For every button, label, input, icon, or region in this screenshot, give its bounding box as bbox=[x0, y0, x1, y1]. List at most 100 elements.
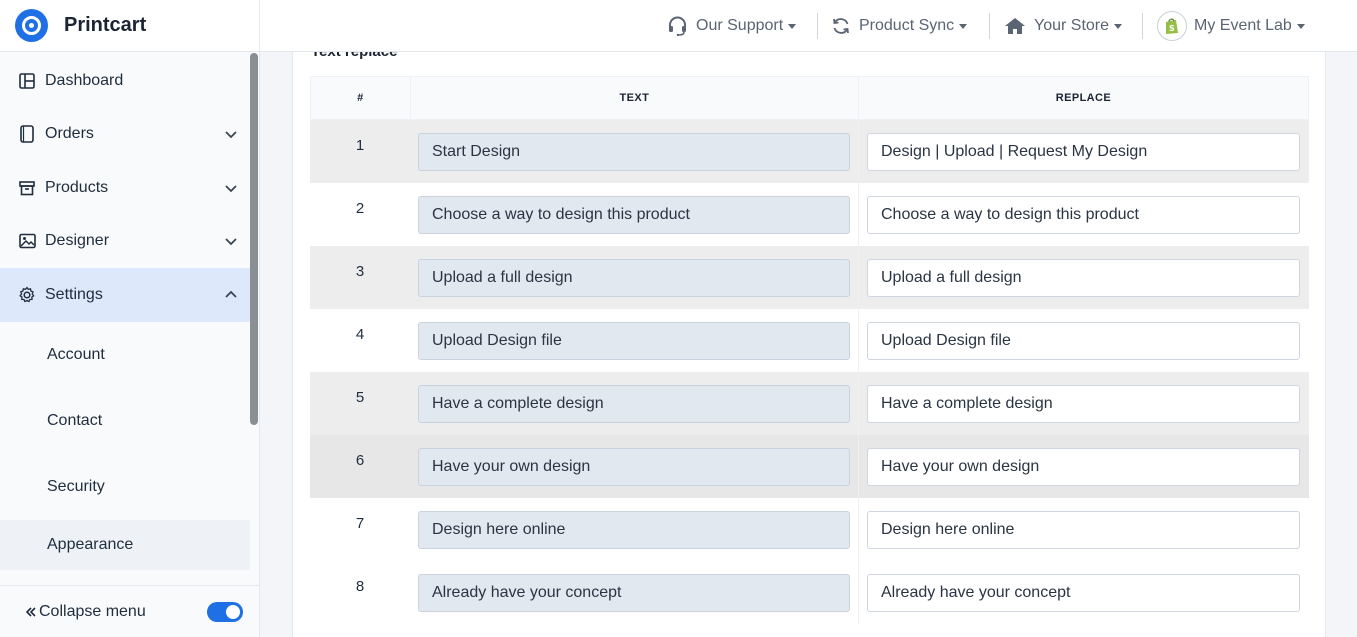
headset-icon bbox=[667, 16, 688, 36]
replace-text-input[interactable]: Design here online bbox=[867, 511, 1300, 549]
table-row: 4 Upload Design file Upload Design file bbox=[310, 309, 1309, 372]
sidebar-item-label: Orders bbox=[45, 125, 94, 143]
collapse-menu-label: Collapse menu bbox=[39, 602, 146, 620]
main-content: Text replace # TEXT REPLACE 1 Start Desig… bbox=[292, 52, 1326, 637]
caret-down-icon bbox=[1296, 23, 1305, 29]
sidebar-subitem-contact[interactable]: Contact bbox=[0, 388, 250, 454]
replace-text-input[interactable]: Choose a way to design this product bbox=[867, 196, 1300, 234]
double-chevron-left-icon bbox=[25, 606, 36, 617]
table-row: 5 Have a complete design Have a complete d… bbox=[310, 372, 1309, 435]
replace-cell: Already have your concept bbox=[859, 561, 1309, 624]
printcart-logo-icon bbox=[15, 9, 48, 42]
chevron-up-icon[interactable] bbox=[224, 288, 238, 302]
chevron-down-icon[interactable] bbox=[224, 234, 238, 248]
sidebar-item-dashboard[interactable]: Dashboard bbox=[0, 54, 250, 108]
row-number: 2 bbox=[355, 200, 365, 217]
your-store-dropdown[interactable]: Your Store bbox=[1004, 0, 1123, 52]
column-header-replace: REPLACE bbox=[1055, 92, 1112, 104]
sidebar-subitem-account[interactable]: Account bbox=[0, 322, 250, 388]
row-number: 8 bbox=[355, 578, 365, 595]
replace-cell: Have your own design bbox=[859, 435, 1309, 498]
replace-text-input[interactable]: Have a complete design bbox=[867, 385, 1300, 423]
text-cell: Design here online bbox=[410, 498, 859, 561]
caret-down-icon bbox=[959, 23, 968, 29]
topbar-divider bbox=[989, 13, 990, 39]
topbar: Our Support Product Sync Your Store S My… bbox=[260, 0, 1357, 52]
support-label: Our Support bbox=[696, 17, 784, 34]
original-text-field: Already have your concept bbox=[418, 574, 850, 612]
sync-icon bbox=[831, 17, 851, 35]
caret-down-icon bbox=[788, 23, 797, 29]
row-number: 7 bbox=[355, 515, 365, 532]
row-number: 3 bbox=[355, 263, 365, 280]
replace-cell: Have a complete design bbox=[859, 372, 1309, 435]
dashboard-icon bbox=[18, 72, 36, 90]
text-cell: Upload a full design bbox=[410, 246, 859, 309]
table-row: 1 Start Design Design | Upload | Request M… bbox=[310, 120, 1309, 183]
table-body: 1 Start Design Design | Upload | Request M… bbox=[310, 120, 1309, 624]
text-cell: Choose a way to design this product bbox=[410, 183, 859, 246]
original-text-field: Upload Design file bbox=[418, 322, 850, 360]
collapse-menu-toggle[interactable] bbox=[207, 601, 243, 622]
row-number: 6 bbox=[355, 452, 365, 469]
table-row: 8 Already have your concept Already have y… bbox=[310, 561, 1309, 624]
table-row: 3 Upload a full design Upload a full desig… bbox=[310, 246, 1309, 309]
original-text-field: Start Design bbox=[418, 133, 850, 171]
table-row: 2 Choose a way to design this product Choo… bbox=[310, 183, 1309, 246]
replace-text-input[interactable]: Have your own design bbox=[867, 448, 1300, 486]
original-text-field: Have a complete design bbox=[418, 385, 850, 423]
replace-text-input[interactable]: Upload Design file bbox=[867, 322, 1300, 360]
replace-cell: Design | Upload | Request My Design bbox=[859, 120, 1309, 183]
caret-down-icon bbox=[1114, 23, 1123, 29]
table-header: # TEXT REPLACE bbox=[310, 76, 1309, 120]
shopify-icon: S bbox=[1157, 11, 1187, 41]
replace-text-input[interactable]: Design | Upload | Request My Design bbox=[867, 133, 1300, 171]
text-cell: Start Design bbox=[410, 120, 859, 183]
svg-text:S: S bbox=[1169, 24, 1175, 33]
chevron-down-icon[interactable] bbox=[224, 181, 238, 195]
sidebar-item-products[interactable]: Products bbox=[0, 161, 250, 215]
text-cell: Upload Design file bbox=[410, 309, 859, 372]
brand-name: Printcart bbox=[64, 14, 147, 36]
original-text-field: Upload a full design bbox=[418, 259, 850, 297]
support-dropdown[interactable]: Our Support bbox=[667, 0, 797, 52]
text-cell: Have your own design bbox=[410, 435, 859, 498]
chevron-down-icon[interactable] bbox=[224, 127, 238, 141]
original-text-field: Have your own design bbox=[418, 448, 850, 486]
product-sync-dropdown[interactable]: Product Sync bbox=[831, 0, 968, 52]
replace-cell: Upload a full design bbox=[859, 246, 1309, 309]
sidebar-item-settings[interactable]: Settings bbox=[0, 268, 250, 322]
product-sync-label: Product Sync bbox=[859, 17, 955, 34]
collapse-menu[interactable]: Collapse menu bbox=[0, 585, 259, 637]
sidebar-scrollbar[interactable] bbox=[250, 53, 258, 425]
sidebar-item-label: Settings bbox=[45, 285, 103, 303]
replace-cell: Choose a way to design this product bbox=[859, 183, 1309, 246]
sidebar: Printcart Dashboard Orders Products Desi… bbox=[0, 0, 260, 637]
column-header-text: TEXT bbox=[411, 77, 859, 119]
sidebar-item-designer[interactable]: Designer bbox=[0, 215, 250, 269]
text-cell: Already have your concept bbox=[410, 561, 859, 624]
row-number: 4 bbox=[355, 326, 365, 343]
sidebar-item-label: Products bbox=[45, 178, 109, 196]
text-cell: Have a complete design bbox=[410, 372, 859, 435]
sidebar-item-orders[interactable]: Orders bbox=[0, 108, 250, 162]
original-text-field: Choose a way to design this product bbox=[418, 196, 850, 234]
topbar-divider bbox=[1142, 13, 1143, 39]
table-row: 6 Have your own design Have your own desig… bbox=[310, 435, 1309, 498]
replace-text-input[interactable]: Already have your concept bbox=[867, 574, 1300, 612]
replace-text-input[interactable]: Upload a full design bbox=[867, 259, 1300, 297]
products-icon bbox=[18, 179, 36, 197]
account-dropdown[interactable]: S My Event Lab bbox=[1157, 0, 1305, 52]
text-replace-table: # TEXT REPLACE 1 Start Design Design | Upl… bbox=[310, 76, 1309, 624]
account-label: My Event Lab bbox=[1194, 17, 1292, 34]
home-icon bbox=[1004, 17, 1026, 35]
your-store-label: Your Store bbox=[1034, 17, 1110, 34]
replace-cell: Design here online bbox=[859, 498, 1309, 561]
sidebar-item-label: Dashboard bbox=[45, 71, 124, 89]
brand[interactable]: Printcart bbox=[0, 0, 259, 52]
sidebar-subitem-appearance[interactable]: Appearance bbox=[0, 519, 250, 570]
sidebar-item-label: Designer bbox=[45, 232, 110, 250]
topbar-divider bbox=[817, 13, 818, 39]
row-number: 5 bbox=[355, 389, 365, 406]
sidebar-subitem-security[interactable]: Security bbox=[0, 454, 250, 520]
